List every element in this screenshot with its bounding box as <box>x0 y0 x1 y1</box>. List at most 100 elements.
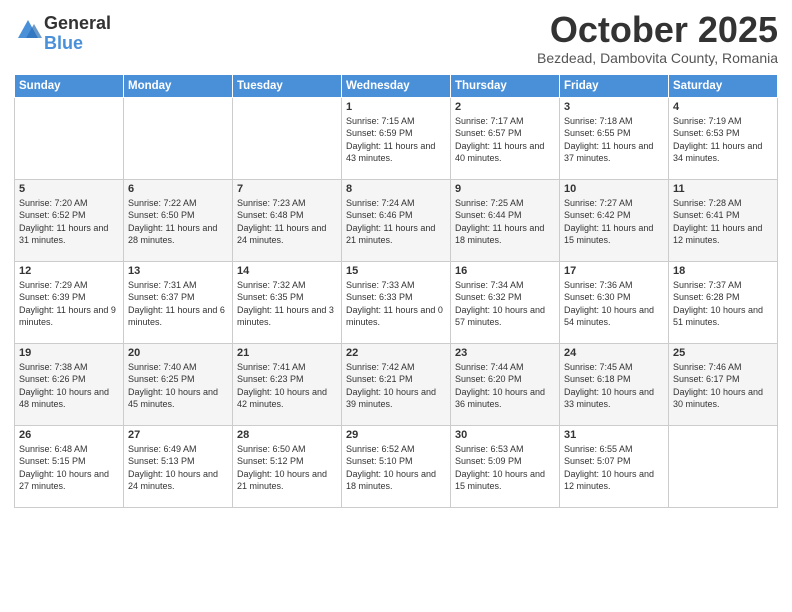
day-info: Sunrise: 7:41 AM Sunset: 6:23 PM Dayligh… <box>237 361 337 411</box>
weekday-header-sunday: Sunday <box>15 74 124 97</box>
calendar-cell: 30 Sunrise: 6:53 AM Sunset: 5:09 PM Dayli… <box>451 425 560 507</box>
calendar-cell: 20 Sunrise: 7:40 AM Sunset: 6:25 PM Dayli… <box>124 343 233 425</box>
calendar-cell: 2 Sunrise: 7:17 AM Sunset: 6:57 PM Daylig… <box>451 97 560 179</box>
calendar-cell: 25 Sunrise: 7:46 AM Sunset: 6:17 PM Dayli… <box>669 343 778 425</box>
day-info: Sunrise: 7:15 AM Sunset: 6:59 PM Dayligh… <box>346 115 446 165</box>
calendar-cell <box>15 97 124 179</box>
day-info: Sunrise: 7:24 AM Sunset: 6:46 PM Dayligh… <box>346 197 446 247</box>
day-info: Sunrise: 7:31 AM Sunset: 6:37 PM Dayligh… <box>128 279 228 329</box>
week-row-5: 26 Sunrise: 6:48 AM Sunset: 5:15 PM Dayli… <box>15 425 778 507</box>
day-number: 19 <box>19 347 119 359</box>
day-number: 27 <box>128 429 228 441</box>
calendar-cell: 4Sunrise: 7:19 AM Sunset: 6:53 PM Daylig… <box>669 97 778 179</box>
day-number: 2 <box>455 101 555 113</box>
day-info: Sunrise: 7:44 AM Sunset: 6:20 PM Dayligh… <box>455 361 555 411</box>
calendar-table: SundayMondayTuesdayWednesdayThursdayFrid… <box>14 74 778 508</box>
logo: General Blue <box>14 14 111 54</box>
day-info: Sunrise: 6:53 AM Sunset: 5:09 PM Dayligh… <box>455 443 555 493</box>
calendar-cell: 29 Sunrise: 6:52 AM Sunset: 5:10 PM Dayli… <box>342 425 451 507</box>
weekday-header-wednesday: Wednesday <box>342 74 451 97</box>
calendar-cell: 9Sunrise: 7:25 AM Sunset: 6:44 PM Daylig… <box>451 179 560 261</box>
page: General Blue October 2025 Bezdead, Dambo… <box>0 0 792 612</box>
calendar-cell: 24 Sunrise: 7:45 AM Sunset: 6:18 PM Dayli… <box>560 343 669 425</box>
logo-text: General Blue <box>44 14 111 54</box>
calendar-cell: 16 Sunrise: 7:34 AM Sunset: 6:32 PM Dayli… <box>451 261 560 343</box>
day-number: 7 <box>237 183 337 195</box>
day-info: Sunrise: 7:27 AM Sunset: 6:42 PM Dayligh… <box>564 197 664 247</box>
day-info: Sunrise: 6:55 AM Sunset: 5:07 PM Dayligh… <box>564 443 664 493</box>
calendar-cell: 1Sunrise: 7:15 AM Sunset: 6:59 PM Daylig… <box>342 97 451 179</box>
day-info: Sunrise: 7:33 AM Sunset: 6:33 PM Dayligh… <box>346 279 446 329</box>
day-number: 29 <box>346 429 446 441</box>
calendar-cell: 28Sunrise: 6:50 AM Sunset: 5:12 PM Dayli… <box>233 425 342 507</box>
day-number: 22 <box>346 347 446 359</box>
weekday-header-row: SundayMondayTuesdayWednesdayThursdayFrid… <box>15 74 778 97</box>
day-number: 11 <box>673 183 773 195</box>
day-number: 15 <box>346 265 446 277</box>
day-info: Sunrise: 7:32 AM Sunset: 6:35 PM Dayligh… <box>237 279 337 329</box>
calendar-cell: 5Sunrise: 7:20 AM Sunset: 6:52 PM Daylig… <box>15 179 124 261</box>
day-info: Sunrise: 7:38 AM Sunset: 6:26 PM Dayligh… <box>19 361 119 411</box>
day-info: Sunrise: 7:22 AM Sunset: 6:50 PM Dayligh… <box>128 197 228 247</box>
day-info: Sunrise: 7:34 AM Sunset: 6:32 PM Dayligh… <box>455 279 555 329</box>
day-info: Sunrise: 7:37 AM Sunset: 6:28 PM Dayligh… <box>673 279 773 329</box>
day-number: 18 <box>673 265 773 277</box>
logo-general: General <box>44 14 111 34</box>
calendar-cell: 18 Sunrise: 7:37 AM Sunset: 6:28 PM Dayli… <box>669 261 778 343</box>
calendar-cell: 21Sunrise: 7:41 AM Sunset: 6:23 PM Dayli… <box>233 343 342 425</box>
day-info: Sunrise: 7:23 AM Sunset: 6:48 PM Dayligh… <box>237 197 337 247</box>
day-number: 3 <box>564 101 664 113</box>
calendar-cell: 8 Sunrise: 7:24 AM Sunset: 6:46 PM Daylig… <box>342 179 451 261</box>
day-number: 4 <box>673 101 773 113</box>
day-number: 8 <box>346 183 446 195</box>
day-info: Sunrise: 7:40 AM Sunset: 6:25 PM Dayligh… <box>128 361 228 411</box>
weekday-header-tuesday: Tuesday <box>233 74 342 97</box>
day-info: Sunrise: 7:17 AM Sunset: 6:57 PM Dayligh… <box>455 115 555 165</box>
day-number: 9 <box>455 183 555 195</box>
calendar-cell: 27 Sunrise: 6:49 AM Sunset: 5:13 PM Dayli… <box>124 425 233 507</box>
calendar-cell: 26 Sunrise: 6:48 AM Sunset: 5:15 PM Dayli… <box>15 425 124 507</box>
week-row-3: 12 Sunrise: 7:29 AM Sunset: 6:39 PM Dayli… <box>15 261 778 343</box>
day-info: Sunrise: 6:52 AM Sunset: 5:10 PM Dayligh… <box>346 443 446 493</box>
weekday-header-monday: Monday <box>124 74 233 97</box>
title-block: October 2025 Bezdead, Dambovita County, … <box>537 10 778 66</box>
day-info: Sunrise: 7:29 AM Sunset: 6:39 PM Dayligh… <box>19 279 119 329</box>
month-title: October 2025 <box>537 10 778 50</box>
day-number: 12 <box>19 265 119 277</box>
week-row-2: 5Sunrise: 7:20 AM Sunset: 6:52 PM Daylig… <box>15 179 778 261</box>
calendar-cell: 13Sunrise: 7:31 AM Sunset: 6:37 PM Dayli… <box>124 261 233 343</box>
week-row-1: 1Sunrise: 7:15 AM Sunset: 6:59 PM Daylig… <box>15 97 778 179</box>
weekday-header-friday: Friday <box>560 74 669 97</box>
calendar-cell: 15 Sunrise: 7:33 AM Sunset: 6:33 PM Dayli… <box>342 261 451 343</box>
calendar-cell: 7 Sunrise: 7:23 AM Sunset: 6:48 PM Daylig… <box>233 179 342 261</box>
calendar-cell: 19 Sunrise: 7:38 AM Sunset: 6:26 PM Dayli… <box>15 343 124 425</box>
day-number: 30 <box>455 429 555 441</box>
day-info: Sunrise: 7:36 AM Sunset: 6:30 PM Dayligh… <box>564 279 664 329</box>
day-info: Sunrise: 6:50 AM Sunset: 5:12 PM Dayligh… <box>237 443 337 493</box>
day-info: Sunrise: 7:42 AM Sunset: 6:21 PM Dayligh… <box>346 361 446 411</box>
logo-blue: Blue <box>44 34 111 54</box>
day-number: 20 <box>128 347 228 359</box>
day-number: 25 <box>673 347 773 359</box>
day-number: 24 <box>564 347 664 359</box>
day-info: Sunrise: 7:18 AM Sunset: 6:55 PM Dayligh… <box>564 115 664 165</box>
day-info: Sunrise: 7:20 AM Sunset: 6:52 PM Dayligh… <box>19 197 119 247</box>
calendar-cell: 23 Sunrise: 7:44 AM Sunset: 6:20 PM Dayli… <box>451 343 560 425</box>
calendar-cell: 22 Sunrise: 7:42 AM Sunset: 6:21 PM Dayli… <box>342 343 451 425</box>
calendar-cell <box>124 97 233 179</box>
day-info: Sunrise: 6:48 AM Sunset: 5:15 PM Dayligh… <box>19 443 119 493</box>
day-number: 23 <box>455 347 555 359</box>
day-info: Sunrise: 7:28 AM Sunset: 6:41 PM Dayligh… <box>673 197 773 247</box>
week-row-4: 19 Sunrise: 7:38 AM Sunset: 6:26 PM Dayli… <box>15 343 778 425</box>
header: General Blue October 2025 Bezdead, Dambo… <box>14 10 778 66</box>
day-info: Sunrise: 6:49 AM Sunset: 5:13 PM Dayligh… <box>128 443 228 493</box>
day-info: Sunrise: 7:45 AM Sunset: 6:18 PM Dayligh… <box>564 361 664 411</box>
day-info: Sunrise: 7:46 AM Sunset: 6:17 PM Dayligh… <box>673 361 773 411</box>
day-number: 14 <box>237 265 337 277</box>
day-number: 31 <box>564 429 664 441</box>
calendar-cell <box>233 97 342 179</box>
weekday-header-thursday: Thursday <box>451 74 560 97</box>
day-number: 16 <box>455 265 555 277</box>
day-number: 26 <box>19 429 119 441</box>
calendar-cell: 17Sunrise: 7:36 AM Sunset: 6:30 PM Dayli… <box>560 261 669 343</box>
